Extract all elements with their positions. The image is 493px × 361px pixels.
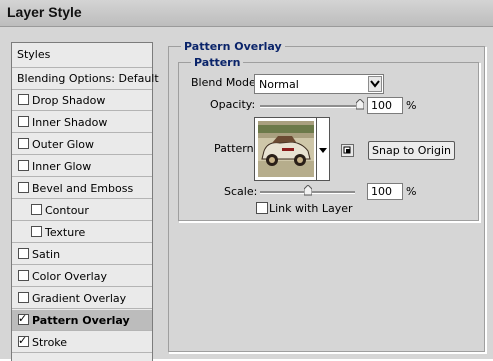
- chevron-down-icon[interactable]: [368, 76, 382, 92]
- checkmark-icon: ✓: [18, 312, 28, 325]
- section-title: Pattern: [191, 56, 244, 69]
- pattern-overlay-checkbox[interactable]: ✓: [18, 312, 29, 325]
- sidebar-item-label: Inner Shadow: [32, 116, 108, 129]
- snap-to-origin-button[interactable]: Snap to Origin: [368, 141, 455, 160]
- pattern-picker[interactable]: [254, 117, 330, 181]
- pattern-label: Pattern:: [214, 142, 258, 155]
- link-with-layer-checkbox[interactable]: [256, 202, 268, 214]
- sidebar-item-pattern-overlay[interactable]: ✓ Pattern Overlay: [12, 310, 152, 331]
- blend-mode-value: Normal: [259, 78, 299, 91]
- stroke-checkbox[interactable]: ✓: [18, 334, 29, 347]
- blend-mode-select[interactable]: Normal: [254, 74, 384, 94]
- opacity-input[interactable]: 100: [367, 97, 403, 114]
- opacity-slider-thumb[interactable]: [355, 98, 365, 110]
- sidebar-item-label: Styles: [17, 48, 51, 61]
- sidebar-item-label: Outer Glow: [32, 138, 95, 151]
- sidebar-item-label: Texture: [45, 226, 86, 239]
- inner-shadow-checkbox[interactable]: [18, 116, 29, 127]
- bevel-and-emboss-checkbox[interactable]: [18, 182, 29, 193]
- sidebar-item-label: Drop Shadow: [32, 94, 106, 107]
- satin-checkbox[interactable]: [18, 248, 29, 259]
- texture-checkbox[interactable]: [31, 226, 42, 237]
- sidebar-item-texture[interactable]: Texture: [12, 222, 152, 243]
- new-preset-icon[interactable]: [341, 144, 354, 157]
- opacity-unit: %: [406, 99, 417, 112]
- sidebar-item-label: Bevel and Emboss: [32, 182, 134, 195]
- sidebar-item-bevel-and-emboss[interactable]: Bevel and Emboss: [12, 178, 152, 199]
- opacity-slider-track[interactable]: [260, 105, 360, 108]
- drop-shadow-checkbox[interactable]: [18, 94, 29, 105]
- sidebar-item-label: Stroke: [32, 336, 68, 349]
- dialog-body: Styles Blending Options: Default Drop Sh…: [0, 27, 493, 361]
- styles-list: Styles Blending Options: Default Drop Sh…: [11, 42, 159, 361]
- pattern-swatch[interactable]: [258, 121, 314, 177]
- opacity-label: Opacity:: [210, 98, 256, 111]
- scale-unit: %: [406, 185, 417, 198]
- sidebar-item-inner-glow[interactable]: Inner Glow: [12, 156, 152, 177]
- sidebar-item-label: Inner Glow: [32, 160, 92, 173]
- sidebar-item-stroke[interactable]: ✓ Stroke: [12, 332, 152, 353]
- sidebar-item-styles[interactable]: Styles: [12, 43, 152, 68]
- scale-input[interactable]: 100: [367, 183, 403, 200]
- sidebar-item-blending-options[interactable]: Blending Options: Default: [12, 68, 159, 90]
- sidebar-item-contour[interactable]: Contour: [12, 200, 152, 221]
- sidebar-item-label: Gradient Overlay: [32, 292, 127, 305]
- chevron-down-icon[interactable]: [319, 144, 327, 157]
- sidebar-item-outer-glow[interactable]: Outer Glow: [12, 134, 152, 155]
- sidebar-item-label: Contour: [45, 204, 89, 217]
- panel-title: Pattern Overlay: [181, 40, 285, 53]
- sidebar-item-inner-shadow[interactable]: Inner Shadow: [12, 112, 152, 133]
- sidebar-item-gradient-overlay[interactable]: Gradient Overlay: [12, 288, 152, 309]
- sidebar-item-drop-shadow[interactable]: Drop Shadow: [12, 90, 152, 111]
- gradient-overlay-checkbox[interactable]: [18, 292, 29, 303]
- window-title: Layer Style: [7, 4, 82, 20]
- checkmark-icon: ✓: [18, 334, 28, 347]
- sidebar-item-label: Color Overlay: [32, 270, 107, 283]
- sidebar-item-label: Pattern Overlay: [32, 314, 130, 327]
- inner-glow-checkbox[interactable]: [18, 160, 29, 171]
- scale-slider-thumb[interactable]: [303, 184, 312, 196]
- sidebar-item-label: Satin: [32, 248, 61, 261]
- blend-mode-label: Blend Mode:: [191, 76, 260, 89]
- sidebar-item-color-overlay[interactable]: Color Overlay: [12, 266, 152, 287]
- color-overlay-checkbox[interactable]: [18, 270, 29, 281]
- sidebar-item-label: Blending Options: Default: [17, 72, 159, 85]
- link-with-layer-label: Link with Layer: [269, 202, 353, 215]
- contour-checkbox[interactable]: [31, 204, 42, 215]
- outer-glow-checkbox[interactable]: [18, 138, 29, 149]
- sidebar-item-satin[interactable]: Satin: [12, 244, 152, 265]
- title-bar: Layer Style: [0, 0, 493, 27]
- scale-label: Scale:: [224, 185, 258, 198]
